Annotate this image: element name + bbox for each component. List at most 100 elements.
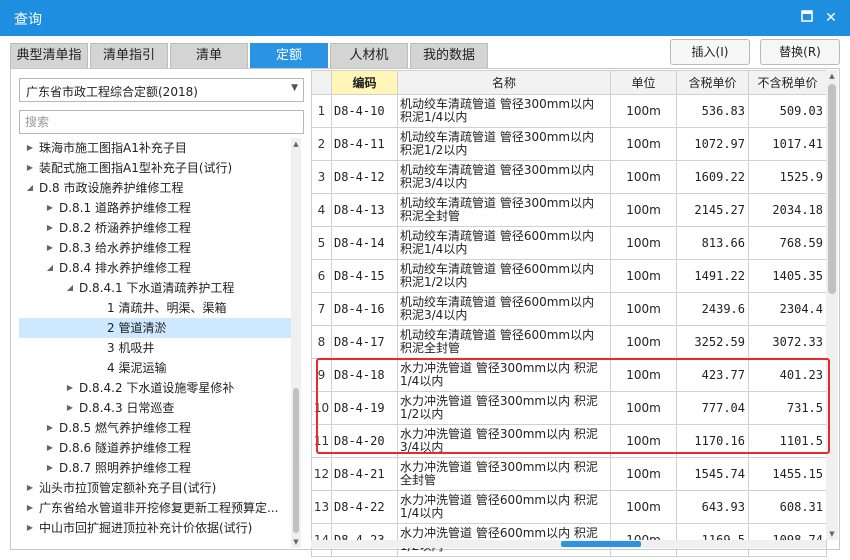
search-input[interactable] — [19, 110, 304, 134]
tree-node[interactable]: ▶ 广东省给水管道非开挖修复更新工程预算定... — [19, 498, 291, 518]
table-row[interactable]: 4 D8-4-13 机动绞车清疏管道 管径300mm以内 积泥全封管 100m 2145… — [311, 193, 827, 227]
chevron-right-icon[interactable]: ▶ — [65, 398, 75, 418]
tab-quota[interactable]: 定额 — [250, 43, 328, 69]
row-name: 机动绞车清疏管道 管径300mm以内 积泥全封管 — [397, 193, 611, 227]
chevron-down-icon[interactable]: ◢ — [45, 258, 55, 278]
tab-my-data[interactable]: 我的数据 — [410, 43, 488, 69]
chevron-right-icon[interactable]: ▶ — [25, 498, 35, 518]
chevron-right-icon[interactable]: ▶ — [45, 458, 55, 478]
close-button[interactable]: ✕ — [820, 7, 842, 29]
table-row[interactable]: 10 D8-4-19 水力冲洗管道 管径300mm以内 积泥1/2以内 100m 777… — [311, 391, 827, 425]
row-name: 机动绞车清疏管道 管径600mm以内 积泥1/4以内 — [397, 226, 611, 260]
col-header-price-without-tax[interactable]: 不含税单价 — [748, 70, 827, 95]
replace-button[interactable]: 替换(R) — [760, 39, 840, 65]
tree-node-label: D.8.6 隧道养护维修工程 — [59, 441, 191, 455]
table-row[interactable]: 11 D8-4-20 水力冲洗管道 管径300mm以内 积泥3/4以内 100m 117… — [311, 424, 827, 458]
row-price-with-tax: 423.77 — [676, 358, 749, 392]
row-code: D8-4-13 — [331, 193, 398, 227]
chevron-right-icon[interactable]: ▶ — [25, 158, 35, 178]
tab-labor-material-machine[interactable]: 人材机 — [330, 43, 408, 69]
table-row[interactable]: 9 D8-4-18 水力冲洗管道 管径300mm以内 积泥1/4以内 100m 423.… — [311, 358, 827, 392]
quota-library-select[interactable]: 广东省市政工程综合定额(2018) ▼ — [19, 78, 304, 102]
chevron-down-icon[interactable]: ◢ — [25, 178, 35, 198]
table-row[interactable]: 5 D8-4-14 机动绞车清疏管道 管径600mm以内 积泥1/4以内 100m 81… — [311, 226, 827, 260]
row-code: D8-4-15 — [331, 259, 398, 293]
left-pane: 广东省市政工程综合定额(2018) ▼ ▶ 珠海市施工图指A1补充子目 ▶ 装配式施工… — [10, 68, 310, 550]
chevron-right-icon[interactable]: ▶ — [25, 518, 35, 538]
tree-node[interactable]: ◢ D.8 市政设施养护维修工程 — [19, 178, 291, 198]
table-header-row: 编码 名称 单位 含税单价 不含税单价 — [311, 70, 827, 95]
tree-node[interactable]: ▶ D.8.5 燃气养护维修工程 — [19, 418, 291, 438]
table-row[interactable]: 13 D8-4-22 水力冲洗管道 管径600mm以内 积泥1/4以内 100m 643… — [311, 490, 827, 524]
table-row[interactable]: 6 D8-4-15 机动绞车清疏管道 管径600mm以内 积泥1/2以内 100m 14… — [311, 259, 827, 293]
table-row[interactable]: 8 D8-4-17 机动绞车清疏管道 管径600mm以内 积泥全封管 100m 3252… — [311, 325, 827, 359]
chevron-right-icon[interactable]: ▶ — [45, 218, 55, 238]
tree-node[interactable]: ▶ D.8.1 道路养护维修工程 — [19, 198, 291, 218]
col-header-unit[interactable]: 单位 — [610, 70, 677, 95]
chevron-down-icon[interactable]: ◢ — [65, 278, 75, 298]
row-unit: 100m — [610, 160, 677, 194]
tree-node[interactable]: 1 清疏井、明渠、渠箱 — [19, 298, 291, 318]
tree-node[interactable]: ▶ D.8.6 隧道养护维修工程 — [19, 438, 291, 458]
table-horizontal-scrollbar[interactable] — [311, 540, 826, 548]
tree-scroll-thumb[interactable] — [293, 388, 299, 533]
tree-node[interactable]: 4 渠泥运输 — [19, 358, 291, 378]
minimize-button[interactable] — [796, 7, 818, 29]
tree-node[interactable]: ◢ D.8.4.1 下水道清疏养护工程 — [19, 278, 291, 298]
scroll-up-icon[interactable]: ▲ — [826, 70, 838, 82]
chevron-right-icon[interactable]: ▶ — [45, 418, 55, 438]
tree-node-label: D.8.2 桥涵养护维修工程 — [59, 221, 191, 235]
table-row[interactable]: 12 D8-4-21 水力冲洗管道 管径300mm以内 积泥全封管 100m 1545.… — [311, 457, 827, 491]
scroll-down-icon[interactable]: ▼ — [291, 536, 301, 548]
tree-node[interactable]: ▶ D.8.2 桥涵养护维修工程 — [19, 218, 291, 238]
tree-node[interactable]: ▶ 珠海市施工图指A1补充子目 — [19, 138, 291, 158]
scroll-down-icon[interactable]: ▼ — [826, 528, 838, 540]
tab-list-guide[interactable]: 清单指引 — [90, 43, 168, 69]
row-index: 11 — [311, 424, 332, 458]
tree-node-label: 广东省给水管道非开挖修复更新工程预算定... — [39, 501, 279, 515]
insert-button[interactable]: 插入(I) — [670, 39, 750, 65]
tree-node[interactable]: ▶ D.8.4.2 下水道设施零星修补 — [19, 378, 291, 398]
chevron-right-icon[interactable]: ▶ — [45, 238, 55, 258]
chevron-right-icon[interactable]: ▶ — [25, 478, 35, 498]
row-name: 机动绞车清疏管道 管径600mm以内 积泥3/4以内 — [397, 292, 611, 326]
tree-node[interactable]: ◢ D.8.4 排水养护维修工程 — [19, 258, 291, 278]
scroll-up-icon[interactable]: ▲ — [291, 138, 301, 150]
row-price-with-tax: 1170.16 — [676, 424, 749, 458]
row-price-without-tax: 1455.15 — [748, 457, 827, 491]
tree-node-label: D.8.3 给水养护维修工程 — [59, 241, 191, 255]
tree-scrollbar[interactable]: ▲ ▼ — [291, 138, 301, 548]
tree-node[interactable]: ▶ 装配式施工图指A1型补充子目(试行) — [19, 158, 291, 178]
tree-node[interactable]: 2 管道清淤 — [19, 318, 291, 338]
tree-node[interactable]: ▶ D.8.4.3 日常巡查 — [19, 398, 291, 418]
table-scroll-thumb[interactable] — [828, 84, 836, 294]
table-row[interactable]: 1 D8-4-10 机动绞车清疏管道 管径300mm以内 积泥1/4以内 100m 53… — [311, 94, 827, 128]
row-code: D8-4-22 — [331, 490, 398, 524]
row-code: D8-4-20 — [331, 424, 398, 458]
window-title: 查询 — [14, 12, 42, 28]
tree-node-label: 2 管道清淤 — [107, 321, 167, 335]
table-row[interactable]: 3 D8-4-12 机动绞车清疏管道 管径300mm以内 积泥3/4以内 100m 16… — [311, 160, 827, 194]
row-unit: 100m — [610, 391, 677, 425]
tree-node[interactable]: ▶ D.8.7 照明养护维修工程 — [19, 458, 291, 478]
col-header-code[interactable]: 编码 — [331, 70, 398, 95]
col-header-price-with-tax[interactable]: 含税单价 — [676, 70, 749, 95]
tree-node[interactable]: 3 机吸井 — [19, 338, 291, 358]
col-header-name[interactable]: 名称 — [397, 70, 611, 95]
chevron-right-icon[interactable]: ▶ — [45, 438, 55, 458]
chevron-right-icon[interactable]: ▶ — [25, 138, 35, 158]
tab-list[interactable]: 清单 — [170, 43, 248, 69]
tree-node[interactable]: ▶ D.8.3 给水养护维修工程 — [19, 238, 291, 258]
row-unit: 100m — [610, 226, 677, 260]
row-index: 10 — [311, 391, 332, 425]
tab-typical-list-guide[interactable]: 典型清单指引 — [10, 43, 88, 87]
table-hscroll-thumb[interactable] — [561, 541, 641, 547]
chevron-right-icon[interactable]: ▶ — [45, 198, 55, 218]
row-code: D8-4-10 — [331, 94, 398, 128]
table-scrollbar[interactable]: ▲ ▼ — [826, 70, 838, 540]
table-row[interactable]: 2 D8-4-11 机动绞车清疏管道 管径300mm以内 积泥1/2以内 100m 10… — [311, 127, 827, 161]
tree-node[interactable]: ▶ 汕头市拉顶管定额补充子目(试行) — [19, 478, 291, 498]
table-row[interactable]: 7 D8-4-16 机动绞车清疏管道 管径600mm以内 积泥3/4以内 100m 24… — [311, 292, 827, 326]
chevron-right-icon[interactable]: ▶ — [65, 378, 75, 398]
tree-node[interactable]: ▶ 中山市回扩掘进顶拉补充计价依据(试行) — [19, 518, 291, 538]
